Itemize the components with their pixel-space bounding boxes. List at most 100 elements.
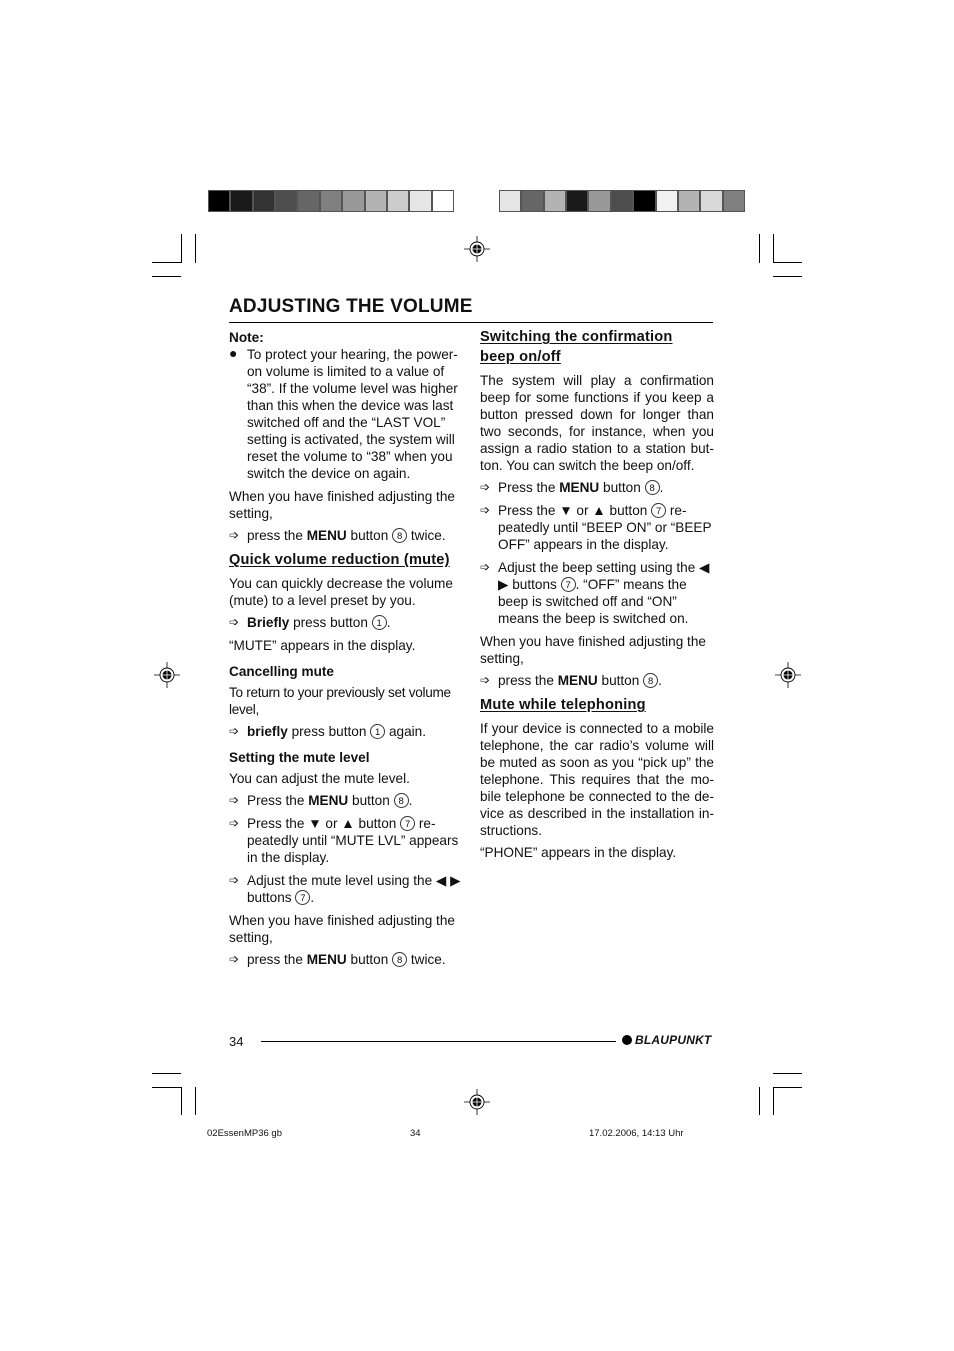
menu-label: MENU xyxy=(559,480,600,495)
page-number: 34 xyxy=(229,1034,244,1049)
step-bold: briefly xyxy=(247,724,288,739)
beep-step-2: ➩ Press the ▼ or ▲ button 7 re­peatedly … xyxy=(480,502,714,553)
brand-dot-icon xyxy=(622,1035,632,1045)
crop-mark xyxy=(152,1073,181,1074)
level-text: You can adjust the mute level. xyxy=(229,771,410,786)
step-text: button xyxy=(346,952,393,967)
level-step-1: ➩ Press the MENU button 8. xyxy=(229,792,463,809)
crop-mark xyxy=(773,1087,802,1088)
step-text: press button xyxy=(289,615,372,630)
color-swatch xyxy=(678,191,700,211)
title-rule xyxy=(229,322,713,323)
step-arrow-icon: ➩ xyxy=(229,952,240,966)
step-arrow-icon: ➩ xyxy=(480,503,491,517)
crop-mark xyxy=(152,1087,182,1088)
crop-mark xyxy=(759,234,760,263)
crop-mark xyxy=(195,1087,196,1115)
color-swatch xyxy=(656,191,677,211)
crop-mark xyxy=(195,234,196,263)
menu-label: MENU xyxy=(308,793,349,808)
step-text: Press the xyxy=(498,480,560,495)
color-swatch xyxy=(611,191,633,211)
color-swatch xyxy=(298,191,319,211)
registration-mark-icon xyxy=(464,236,490,262)
step-text: button xyxy=(597,673,644,688)
step-arrow-icon: ➩ xyxy=(229,816,240,830)
step-text: twice. xyxy=(407,952,446,967)
cancel-step: ➩ briefly press button 1 again. xyxy=(229,723,463,740)
step-arrow-icon: ➩ xyxy=(229,724,240,738)
slug-page: 34 xyxy=(410,1128,421,1139)
step-text: again. xyxy=(385,724,426,739)
step-text: Press the xyxy=(247,793,309,808)
note-label: Note: xyxy=(229,330,264,345)
brand-name: BLAUPUNKT xyxy=(635,1033,712,1047)
section-heading-beep: Switching the confirmation beep on/off xyxy=(480,329,673,365)
step-text: press button xyxy=(287,724,371,739)
step-text: button xyxy=(599,480,645,495)
color-swatch xyxy=(343,191,364,211)
color-bar-right xyxy=(499,190,745,212)
right-column: Switching the confirmation beep on/off T… xyxy=(480,327,714,866)
color-swatch xyxy=(410,191,431,211)
color-swatch xyxy=(567,191,588,211)
step-text: Press the ▼ or ▲ button xyxy=(498,503,652,518)
finish-text: When you have finished adjusting the set… xyxy=(229,489,455,521)
button-number-badge: 8 xyxy=(393,793,409,808)
button-number-badge: 1 xyxy=(370,724,386,739)
crop-mark xyxy=(773,262,802,263)
button-number-badge: 8 xyxy=(392,528,408,543)
step-text: button xyxy=(348,793,394,808)
mute-text: You can quickly decrease the volume (mut… xyxy=(229,576,453,608)
button-number-badge: 7 xyxy=(560,577,576,592)
slug-file: 02EssenMP36 gb xyxy=(207,1128,282,1139)
level-step-2: ➩ Press the ▼ or ▲ button 7 re­peatedly … xyxy=(229,815,463,866)
step-arrow-icon: ➩ xyxy=(480,480,491,494)
step-text: twice. xyxy=(407,528,446,543)
left-column: Note: ● To protect your hearing, the pow… xyxy=(229,329,463,974)
crop-mark xyxy=(181,234,182,263)
cancel-text: To return to your previously set volume … xyxy=(229,685,451,717)
mute-display-text: “MUTE” appears in the display. xyxy=(229,638,416,653)
button-number-badge: 7 xyxy=(651,503,667,518)
color-swatch xyxy=(387,191,409,211)
button-number-badge: 7 xyxy=(295,890,311,905)
step-arrow-icon: ➩ xyxy=(480,673,491,687)
footer-rule xyxy=(261,1041,616,1042)
note-bullet: ● To protect your hearing, the pow­er-on… xyxy=(229,345,463,482)
step-text: . xyxy=(386,615,391,630)
subheading-mute-level: Setting the mute level xyxy=(229,750,370,765)
color-swatch xyxy=(209,191,230,211)
step-text: . xyxy=(658,673,662,688)
finish-step: ➩ press the MENU button 8 twice. xyxy=(229,527,463,544)
color-swatch xyxy=(522,191,543,211)
step-arrow-icon: ➩ xyxy=(229,615,240,629)
registration-mark-icon xyxy=(154,662,180,688)
phone-display-text: “PHONE” appears in the display. xyxy=(480,845,677,860)
step-text: . xyxy=(408,793,413,808)
menu-label: MENU xyxy=(557,673,598,688)
crop-mark xyxy=(152,276,181,277)
button-number-badge: 8 xyxy=(643,673,659,688)
step-text: press the xyxy=(498,673,558,688)
step-arrow-icon: ➩ xyxy=(480,560,491,574)
beep-step-3: ➩ Adjust the beep setting using the ◀ ▶ … xyxy=(480,559,714,627)
registration-mark-icon xyxy=(464,1089,490,1115)
color-swatch xyxy=(320,191,342,211)
brand-logo: BLAUPUNKT xyxy=(622,1033,711,1047)
page-title: ADJUSTING THE VOLUME xyxy=(229,296,473,317)
bullet-icon: ● xyxy=(229,345,238,361)
step-arrow-icon: ➩ xyxy=(229,793,240,807)
color-swatch xyxy=(544,191,566,211)
step-text: press the xyxy=(247,528,307,543)
step-arrow-icon: ➩ xyxy=(229,873,240,887)
beep-step-1: ➩ Press the MENU button 8. xyxy=(480,479,714,496)
step-text: Press the ▼ or ▲ button xyxy=(247,816,401,831)
color-swatch xyxy=(253,191,275,211)
crop-mark xyxy=(181,1087,182,1115)
crop-mark xyxy=(759,1087,760,1115)
color-swatch xyxy=(589,191,610,211)
color-swatch xyxy=(500,191,521,211)
button-number-badge: 8 xyxy=(644,480,660,495)
step-text: . xyxy=(310,890,315,905)
